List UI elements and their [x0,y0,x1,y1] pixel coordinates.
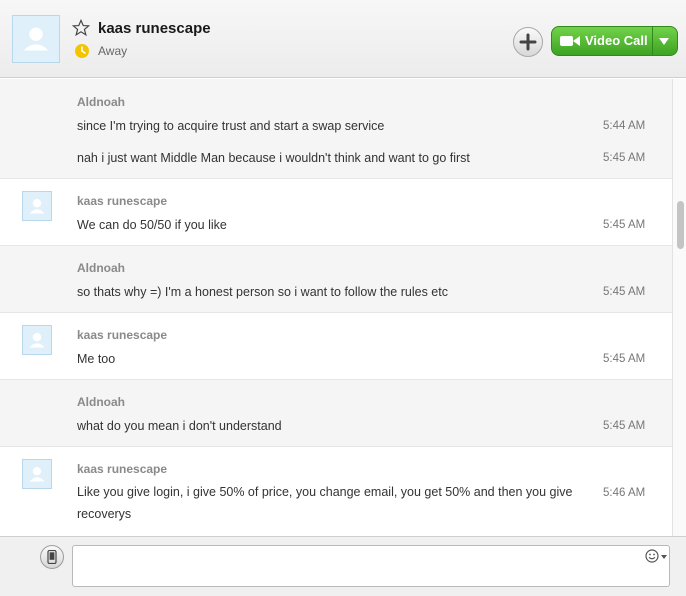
message-group: kaas runescape Me too 5:45 AM [0,313,672,380]
message-sender: kaas runescape [77,328,168,342]
message-text: what do you mean i don't understand [77,419,282,433]
message-time: 5:45 AM [603,353,646,365]
message-sender: kaas runescape [77,194,168,208]
message-list[interactable]: Aldnoah since I'm trying to acquire trus… [0,79,672,536]
message-sender: Aldnoah [77,95,125,109]
sender-avatar[interactable] [22,325,52,355]
star-outline-icon[interactable] [72,19,90,37]
message-time: 5:44 AM [603,120,646,132]
contact-avatar[interactable] [12,15,60,63]
message-group: Aldnoah what do you mean i don't underst… [0,380,672,447]
message-group: Aldnoah so thats why =) I'm a honest per… [0,246,672,313]
sender-avatar[interactable] [22,459,52,489]
message-time: 5:45 AM [603,420,646,432]
message-sender: Aldnoah [77,395,125,409]
message-text: so thats why =) I'm a honest person so i… [77,285,448,299]
smiley-icon[interactable] [645,549,659,563]
conversation-header: kaas runescape Away Video Call [0,0,686,78]
chevron-down-icon[interactable] [659,38,669,45]
message-input[interactable] [72,545,670,587]
message-sender: Aldnoah [77,261,125,275]
message-scrollbar[interactable] [672,79,686,536]
presence-status: Away [98,44,128,58]
chevron-down-icon[interactable] [661,555,667,559]
message-time: 5:46 AM [603,487,646,499]
person-icon [29,199,45,214]
composer-bar [0,536,686,596]
contact-name[interactable]: kaas runescape [98,20,211,37]
person-icon [23,27,49,51]
message-time: 5:45 AM [603,286,646,298]
message-text: since I'm trying to acquire trust and st… [77,119,385,133]
send-sms-button[interactable] [40,545,64,569]
message-sender: kaas runescape [77,462,168,476]
message-time: 5:45 AM [603,219,646,231]
add-participant-button[interactable] [513,27,543,57]
message-group: kaas runescape We can do 50/50 if you li… [0,179,672,246]
message-time: 5:45 AM [603,152,646,164]
person-icon [29,467,45,482]
message-group: kaas runescape Like you give login, i gi… [0,447,672,536]
video-call-label: Video Call [585,33,648,48]
scrollbar-thumb[interactable] [677,201,684,249]
person-icon [29,333,45,348]
message-group: Aldnoah since I'm trying to acquire trus… [0,79,672,179]
sender-avatar[interactable] [22,191,52,221]
video-camera-icon [560,36,580,46]
message-text: Me too [77,352,116,366]
away-clock-icon [75,44,89,58]
message-text: We can do 50/50 if you like [77,218,227,232]
message-text: nah i just want Middle Man because i wou… [77,151,470,165]
video-call-divider [652,27,653,55]
mobile-phone-icon [47,550,57,564]
plus-icon [519,33,537,51]
video-call-button[interactable]: Video Call [551,26,678,56]
message-text: Like you give login, i give 50% of price… [77,485,573,521]
